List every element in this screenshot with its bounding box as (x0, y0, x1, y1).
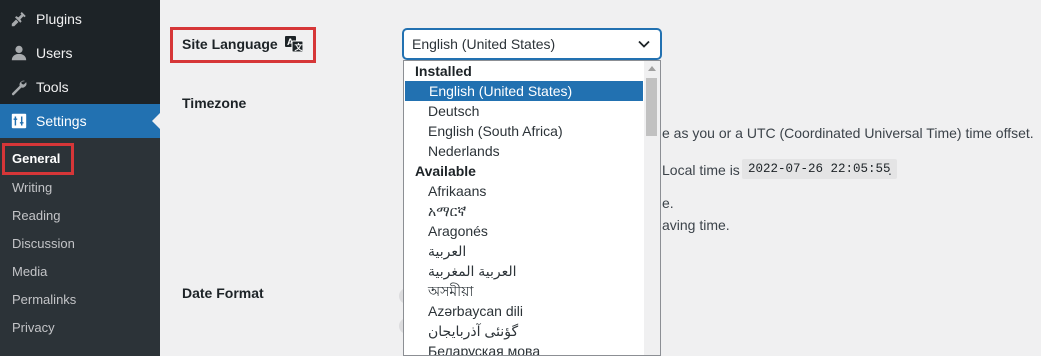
language-option[interactable]: گؤنئی آذربایجان (404, 321, 644, 341)
sidebar-item-label: Plugins (36, 11, 82, 27)
submenu-item-media[interactable]: Media (12, 262, 47, 282)
date-format-label: Date Format (182, 285, 264, 301)
local-time-suffix: . (888, 162, 892, 178)
site-language-label: Site Language A文 (182, 36, 304, 55)
sidebar-item-label: Users (36, 45, 73, 61)
settings-icon (9, 111, 29, 131)
local-time-value: 2022-07-26 22:05:55 (742, 159, 897, 179)
users-icon (9, 43, 29, 63)
svg-text:文: 文 (294, 42, 303, 52)
language-option[interactable]: العربية (404, 241, 644, 261)
language-option[interactable]: Azərbaycan dili (404, 301, 644, 321)
local-time-prefix: Local time is (662, 162, 740, 178)
optgroup-installed: Installed (415, 63, 472, 79)
plugin-icon (9, 9, 29, 29)
highlight-box-general (2, 143, 74, 175)
language-option[interactable]: English (South Africa) (404, 121, 644, 141)
language-option[interactable]: አማርኛ (404, 201, 644, 221)
timezone-label: Timezone (182, 95, 247, 111)
language-option[interactable]: Deutsch (404, 101, 644, 121)
scrollbar-thumb[interactable] (646, 78, 657, 136)
tools-icon (9, 77, 29, 97)
submenu-item-privacy[interactable]: Privacy (12, 318, 55, 338)
timezone-note-fragment: e. (662, 195, 674, 211)
sidebar-item-label: Settings (36, 113, 87, 129)
sidebar-item-label: Tools (36, 79, 69, 95)
optgroup-available: Available (415, 163, 476, 179)
language-option[interactable]: Nederlands (404, 141, 644, 161)
language-option[interactable]: العربية المغربية (404, 261, 644, 281)
timezone-description: e as you or a UTC (Coordinated Universal… (662, 125, 1034, 141)
daylight-saving-fragment: aving time. (662, 217, 730, 233)
submenu-item-writing[interactable]: Writing (12, 178, 52, 198)
language-option[interactable]: English (United States) (405, 81, 643, 101)
language-option[interactable]: Aragonés (404, 221, 644, 241)
sidebar-item-tools[interactable]: Tools (0, 70, 160, 104)
translation-icon: A文 (284, 36, 304, 55)
submenu-item-discussion[interactable]: Discussion (12, 234, 75, 254)
sidebar-item-settings[interactable]: Settings (0, 104, 160, 138)
language-option[interactable]: অসমীয়া (404, 281, 644, 301)
admin-sidebar: Plugins Users Tools Settings General Wri… (0, 0, 160, 356)
chevron-down-icon (638, 40, 650, 48)
submenu-item-permalinks[interactable]: Permalinks (12, 290, 76, 310)
submenu-item-reading[interactable]: Reading (12, 206, 60, 226)
language-dropdown-list[interactable]: Installed English (United States) Deutsc… (403, 60, 661, 356)
site-language-select[interactable]: English (United States) (403, 29, 661, 59)
language-option[interactable]: Беларуская мова (404, 341, 644, 355)
language-option[interactable]: Afrikaans (404, 181, 644, 201)
dropdown-scrollbar[interactable] (644, 61, 660, 355)
scroll-up-arrow-icon[interactable] (648, 65, 656, 71)
sidebar-item-users[interactable]: Users (0, 36, 160, 70)
sidebar-item-plugins[interactable]: Plugins (0, 2, 160, 36)
selected-language-value: English (United States) (412, 36, 556, 52)
